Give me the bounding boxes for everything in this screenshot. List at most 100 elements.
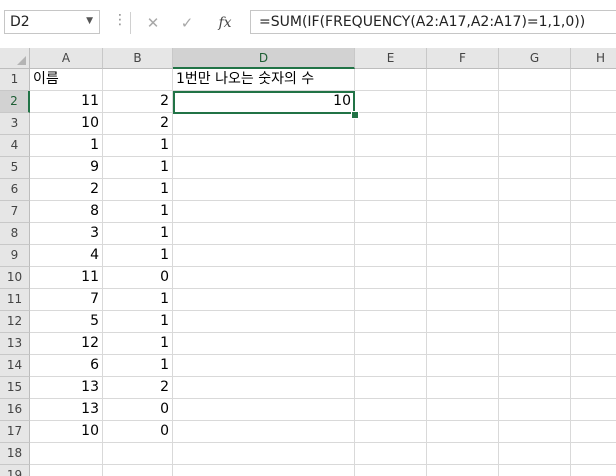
- cell-h3[interactable]: [571, 113, 616, 135]
- cell-e10[interactable]: [355, 267, 427, 289]
- cell-f9[interactable]: [427, 245, 499, 267]
- cell-g1[interactable]: [499, 69, 571, 91]
- cell-e11[interactable]: [355, 289, 427, 311]
- cell-h11[interactable]: [571, 289, 616, 311]
- cell-f16[interactable]: [427, 399, 499, 421]
- cell-e12[interactable]: [355, 311, 427, 333]
- cell-e18[interactable]: [355, 443, 427, 465]
- cell-d8[interactable]: [173, 223, 355, 245]
- cell-h7[interactable]: [571, 201, 616, 223]
- column-header-e[interactable]: E: [355, 48, 427, 69]
- cell-g18[interactable]: [499, 443, 571, 465]
- row-header-8[interactable]: 8: [0, 223, 30, 245]
- cell-a6[interactable]: 2: [30, 179, 103, 201]
- cell-a3[interactable]: 10: [30, 113, 103, 135]
- cell-b2[interactable]: 2: [103, 91, 173, 113]
- cell-g6[interactable]: [499, 179, 571, 201]
- cell-a5[interactable]: 9: [30, 157, 103, 179]
- cell-b18[interactable]: [103, 443, 173, 465]
- cell-b1[interactable]: [103, 69, 173, 91]
- cell-d12[interactable]: [173, 311, 355, 333]
- cell-f6[interactable]: [427, 179, 499, 201]
- row-header-2[interactable]: 2: [0, 91, 30, 113]
- row-header-6[interactable]: 6: [0, 179, 30, 201]
- column-header-g[interactable]: G: [499, 48, 571, 69]
- cell-d16[interactable]: [173, 399, 355, 421]
- cell-f17[interactable]: [427, 421, 499, 443]
- cell-f3[interactable]: [427, 113, 499, 135]
- cell-h1[interactable]: [571, 69, 616, 91]
- row-header-5[interactable]: 5: [0, 157, 30, 179]
- cell-e15[interactable]: [355, 377, 427, 399]
- cell-f14[interactable]: [427, 355, 499, 377]
- cell-a13[interactable]: 12: [30, 333, 103, 355]
- cell-b13[interactable]: 1: [103, 333, 173, 355]
- cell-f19[interactable]: [427, 465, 499, 476]
- cell-h9[interactable]: [571, 245, 616, 267]
- cell-h15[interactable]: [571, 377, 616, 399]
- formula-input[interactable]: =SUM(IF(FREQUENCY(A2:A17,A2:A17)=1,1,0)): [250, 10, 616, 34]
- cell-b11[interactable]: 1: [103, 289, 173, 311]
- cell-e8[interactable]: [355, 223, 427, 245]
- cell-b16[interactable]: 0: [103, 399, 173, 421]
- cell-b10[interactable]: 0: [103, 267, 173, 289]
- cell-h18[interactable]: [571, 443, 616, 465]
- cell-g17[interactable]: [499, 421, 571, 443]
- cell-d9[interactable]: [173, 245, 355, 267]
- name-box[interactable]: D2 ▼: [4, 10, 100, 34]
- cell-g16[interactable]: [499, 399, 571, 421]
- cell-f12[interactable]: [427, 311, 499, 333]
- cell-d19[interactable]: [173, 465, 355, 476]
- cell-f11[interactable]: [427, 289, 499, 311]
- cell-a2[interactable]: 11: [30, 91, 103, 113]
- cell-d11[interactable]: [173, 289, 355, 311]
- cell-g2[interactable]: [499, 91, 571, 113]
- cell-a16[interactable]: 13: [30, 399, 103, 421]
- cell-e3[interactable]: [355, 113, 427, 135]
- cell-g8[interactable]: [499, 223, 571, 245]
- cell-b17[interactable]: 0: [103, 421, 173, 443]
- cell-e17[interactable]: [355, 421, 427, 443]
- cell-a10[interactable]: 11: [30, 267, 103, 289]
- row-header-11[interactable]: 11: [0, 289, 30, 311]
- cell-e19[interactable]: [355, 465, 427, 476]
- column-header-d[interactable]: D: [173, 48, 355, 69]
- cell-e4[interactable]: [355, 135, 427, 157]
- cell-h10[interactable]: [571, 267, 616, 289]
- row-header-4[interactable]: 4: [0, 135, 30, 157]
- cell-d7[interactable]: [173, 201, 355, 223]
- cell-a15[interactable]: 13: [30, 377, 103, 399]
- cell-d6[interactable]: [173, 179, 355, 201]
- cell-d14[interactable]: [173, 355, 355, 377]
- row-header-3[interactable]: 3: [0, 113, 30, 135]
- cell-h16[interactable]: [571, 399, 616, 421]
- cell-d2[interactable]: 10: [173, 91, 355, 113]
- cell-h6[interactable]: [571, 179, 616, 201]
- cell-e14[interactable]: [355, 355, 427, 377]
- cell-d3[interactable]: [173, 113, 355, 135]
- row-header-19[interactable]: 19: [0, 465, 30, 476]
- cell-d18[interactable]: [173, 443, 355, 465]
- cell-a4[interactable]: 1: [30, 135, 103, 157]
- cell-g13[interactable]: [499, 333, 571, 355]
- cell-f1[interactable]: [427, 69, 499, 91]
- column-header-b[interactable]: B: [103, 48, 173, 69]
- cell-b12[interactable]: 1: [103, 311, 173, 333]
- fill-handle[interactable]: [351, 111, 359, 119]
- row-header-9[interactable]: 9: [0, 245, 30, 267]
- cell-f8[interactable]: [427, 223, 499, 245]
- cell-g7[interactable]: [499, 201, 571, 223]
- cell-b14[interactable]: 1: [103, 355, 173, 377]
- cell-a9[interactable]: 4: [30, 245, 103, 267]
- cell-f15[interactable]: [427, 377, 499, 399]
- cell-a17[interactable]: 10: [30, 421, 103, 443]
- select-all-corner[interactable]: [0, 48, 30, 69]
- cell-d15[interactable]: [173, 377, 355, 399]
- cell-h4[interactable]: [571, 135, 616, 157]
- cell-b5[interactable]: 1: [103, 157, 173, 179]
- chevron-down-icon[interactable]: ▼: [86, 16, 93, 26]
- cell-g10[interactable]: [499, 267, 571, 289]
- enter-icon[interactable]: ✓: [173, 12, 201, 34]
- cell-a18[interactable]: [30, 443, 103, 465]
- cell-f7[interactable]: [427, 201, 499, 223]
